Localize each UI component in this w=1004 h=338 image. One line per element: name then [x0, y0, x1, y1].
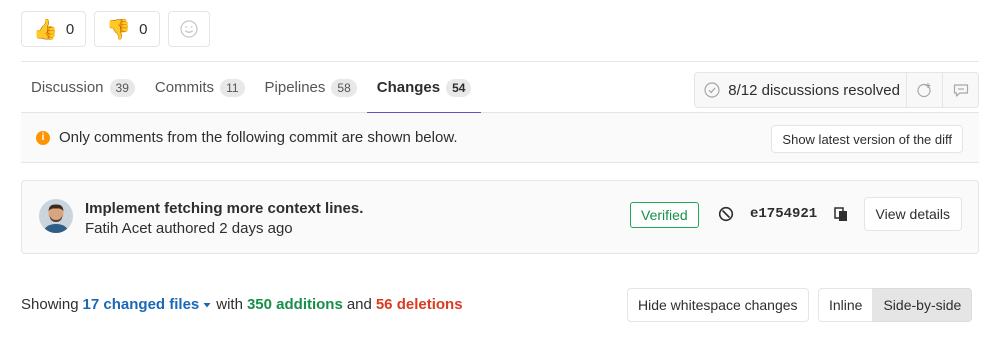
resolved-count-text: 8/12 discussions resolved	[728, 81, 900, 99]
tab-label: Pipelines	[264, 79, 326, 96]
commit-title[interactable]: Implement fetching more context lines.	[85, 200, 363, 217]
tab-changes[interactable]: Changes 54	[366, 62, 482, 114]
tab-pipelines[interactable]: Pipelines 58	[255, 62, 367, 113]
changed-files-dropdown[interactable]: 17 changed files	[83, 296, 213, 313]
info-message: i Only comments from the following commi…	[36, 129, 458, 146]
resolved-status: 8/12 discussions resolved	[695, 73, 906, 107]
add-reaction-button[interactable]	[167, 11, 210, 47]
info-icon: i	[36, 130, 50, 145]
tab-commits[interactable]: Commits 11	[145, 62, 255, 113]
comment-bubble-icon	[953, 84, 968, 97]
show-latest-diff-button[interactable]: Show latest version of the diff	[771, 125, 963, 153]
smiley-icon	[179, 20, 198, 38]
verified-signature-badge[interactable]: Verified	[630, 202, 699, 228]
thumbs-down-award-button[interactable]: 👎 0	[94, 11, 160, 47]
summary-with-text: with	[216, 296, 243, 313]
author-avatar-image	[39, 199, 73, 233]
thumbs-down-count: 0	[139, 20, 148, 38]
commit-info-box: Implement fetching more context lines. F…	[21, 180, 979, 254]
side-by-side-view-button[interactable]: Side-by-side	[873, 288, 973, 322]
commit-icon	[718, 206, 734, 222]
tab-count-badge: 58	[331, 78, 357, 97]
changed-files-label: 17 changed files	[82, 296, 200, 313]
jump-to-next-discussion-button[interactable]	[906, 73, 942, 107]
check-circle-icon	[704, 82, 720, 98]
merge-request-tabs: Discussion 39 Commits 11 Pipelines 58 Ch…	[21, 62, 482, 114]
diff-stats-summary: Showing 17 changed files with 350 additi…	[21, 296, 463, 313]
inline-view-button[interactable]: Inline	[818, 288, 874, 322]
info-message-text: Only comments from the following commit …	[59, 129, 458, 146]
summary-and-text: and	[346, 296, 372, 313]
thumbs-up-count: 0	[65, 20, 75, 38]
copy-icon[interactable]	[833, 206, 849, 222]
discussions-resolved-group: 8/12 discussions resolved	[694, 72, 979, 108]
tab-count-badge: 11	[220, 78, 245, 97]
avatar[interactable]	[39, 199, 73, 233]
tab-label: Changes	[376, 79, 441, 96]
deletions-count: 56 deletions	[375, 296, 463, 313]
thumbs-up-award-button[interactable]: 👍 0	[21, 11, 87, 47]
additions-count: 350 additions	[246, 296, 343, 313]
commit-filter-info-bar: i Only comments from the following commi…	[21, 113, 979, 163]
diff-view-toggle: Inline Side-by-side	[818, 288, 973, 322]
tab-label: Discussion	[31, 79, 104, 96]
resolve-discussion-in-issue-button[interactable]	[942, 73, 978, 107]
award-emoji-bar: 👍 0 👎 0	[21, 11, 210, 47]
tab-label: Commits	[154, 79, 215, 96]
commit-authored-text: authored 2 days ago	[155, 220, 293, 237]
thumbs-down-icon: 👎	[106, 17, 132, 41]
caret-down-icon	[203, 302, 211, 307]
comment-next-icon	[916, 83, 931, 98]
commit-meta: Fatih Acet authored 2 days ago	[85, 220, 293, 237]
commit-sha[interactable]: e1754921	[750, 206, 817, 222]
thumbs-up-icon: 👍	[33, 17, 58, 41]
commit-author-link[interactable]: Fatih Acet	[85, 220, 152, 237]
tab-count-badge: 54	[446, 78, 472, 97]
view-details-button[interactable]: View details	[863, 197, 962, 231]
merge-request-tabs-bar: Discussion 39 Commits 11 Pipelines 58 Ch…	[21, 61, 979, 114]
hide-whitespace-button[interactable]: Hide whitespace changes	[627, 288, 809, 322]
summary-showing-text: Showing	[21, 296, 79, 313]
tab-discussion[interactable]: Discussion 39	[21, 62, 145, 113]
tab-count-badge: 39	[109, 78, 135, 97]
